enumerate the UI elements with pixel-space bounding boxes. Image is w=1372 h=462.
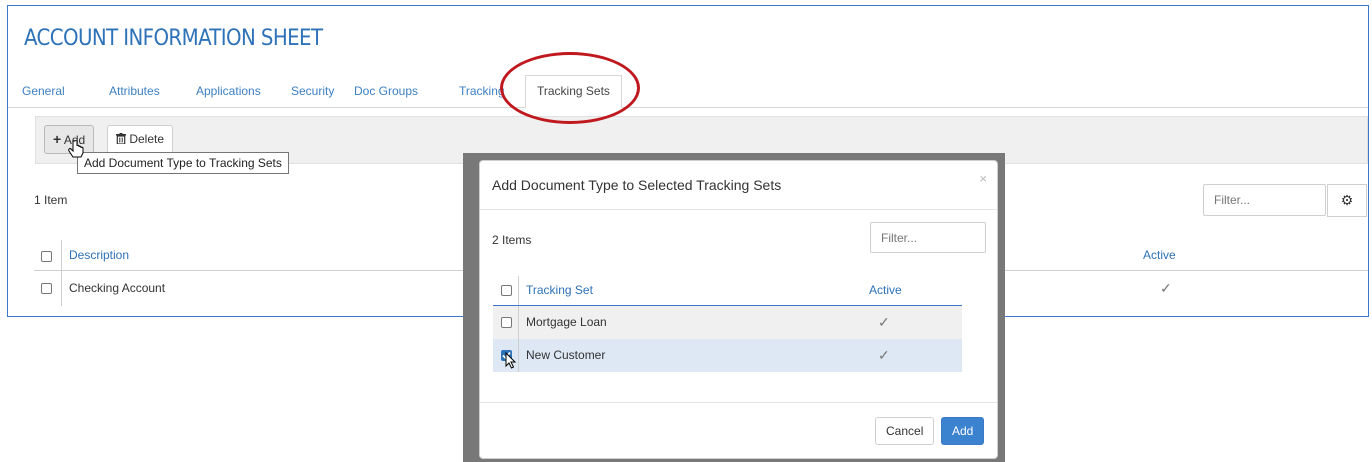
column-divider	[518, 276, 519, 305]
row-checkbox[interactable]	[41, 283, 52, 294]
list-item[interactable]: Mortgage Loan ✓	[493, 306, 962, 339]
dialog-select-all-checkbox[interactable]	[501, 285, 512, 296]
tab-applications[interactable]: Applications	[196, 76, 261, 107]
column-header-active[interactable]: Active	[1143, 240, 1176, 270]
select-all-checkbox[interactable]	[41, 251, 52, 262]
add-tooltip: Add Document Type to Tracking Sets	[77, 152, 289, 174]
close-icon[interactable]: ×	[979, 171, 987, 186]
column-divider	[61, 270, 62, 306]
settings-gear-button[interactable]: ⚙	[1327, 184, 1367, 217]
dialog-header: Add Document Type to Selected Tracking S…	[480, 161, 997, 210]
column-divider	[61, 240, 62, 270]
tab-attributes[interactable]: Attributes	[109, 76, 160, 107]
row-description: Checking Account	[69, 281, 166, 295]
annotation-circle	[500, 52, 640, 124]
column-header-description[interactable]: Description	[69, 240, 129, 270]
column-divider	[518, 339, 519, 372]
add-to-tracking-sets-dialog: Add Document Type to Selected Tracking S…	[479, 160, 998, 459]
dialog-table-header: Tracking Set Active	[493, 276, 962, 306]
cancel-button[interactable]: Cancel	[875, 417, 935, 445]
trash-icon	[116, 132, 129, 146]
item-count: 1 Item	[34, 193, 68, 207]
column-divider	[518, 306, 519, 339]
hand-cursor-icon	[68, 140, 84, 158]
confirm-add-button[interactable]: Add	[941, 417, 985, 445]
dialog-title: Add Document Type to Selected Tracking S…	[492, 177, 782, 193]
gear-icon: ⚙	[1340, 192, 1354, 208]
row-checkbox[interactable]	[501, 317, 512, 328]
delete-button[interactable]: Delete	[107, 125, 174, 154]
column-header-tracking-set[interactable]: Tracking Set	[526, 276, 593, 305]
list-item[interactable]: New Customer ✓	[493, 339, 962, 372]
tracking-set-name: New Customer	[526, 348, 606, 362]
dialog-footer-divider	[480, 402, 997, 403]
tab-general[interactable]: General	[22, 76, 65, 107]
column-header-active[interactable]: Active	[869, 276, 902, 305]
dialog-filter-input[interactable]	[870, 222, 986, 253]
checkmark-icon: ✓	[878, 347, 890, 363]
tab-bar: General Attributes Applications Security…	[8, 75, 1368, 108]
delete-button-label: Delete	[129, 132, 165, 146]
tab-tracking[interactable]: Tracking	[459, 76, 505, 107]
tracking-set-name: Mortgage Loan	[526, 315, 607, 329]
checkmark-icon: ✓	[878, 314, 890, 330]
plus-icon: +	[53, 131, 62, 147]
dialog-item-count: 2 Items	[492, 233, 532, 247]
tab-doc-groups[interactable]: Doc Groups	[354, 76, 418, 107]
filter-input[interactable]	[1203, 184, 1326, 216]
checkmark-icon: ✓	[1160, 280, 1172, 296]
tab-security[interactable]: Security	[291, 76, 334, 107]
arrow-cursor-icon	[505, 352, 517, 369]
page-title: ACCOUNT INFORMATION SHEET	[24, 26, 323, 51]
